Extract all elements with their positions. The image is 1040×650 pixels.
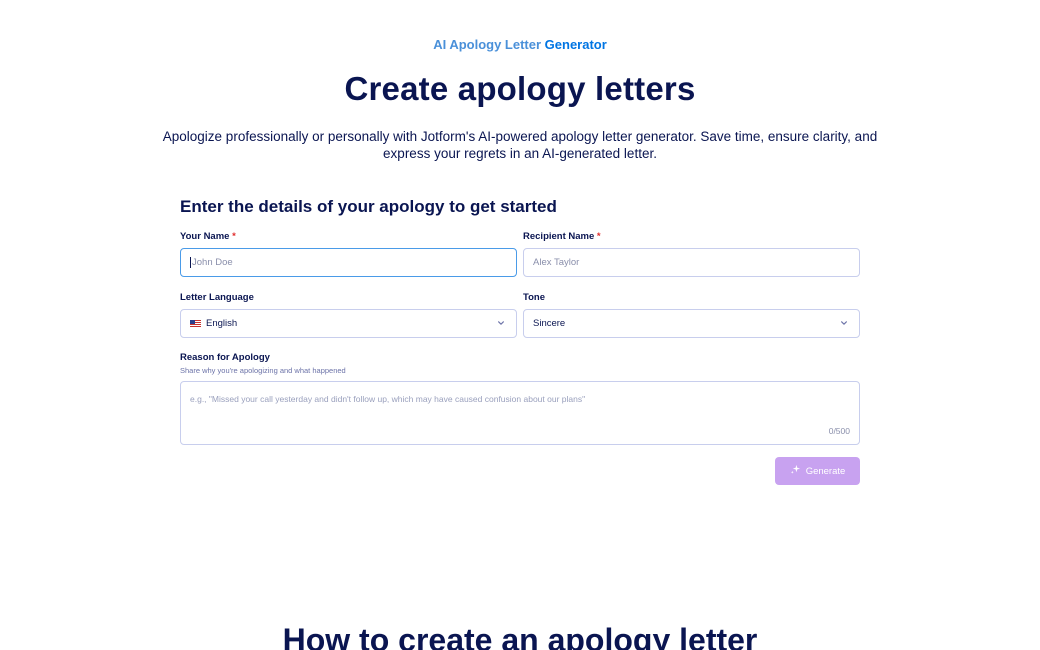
required-mark: * xyxy=(596,231,601,242)
us-flag-icon xyxy=(190,320,201,327)
letter-language-value: English xyxy=(206,318,238,329)
tone-select[interactable]: Sincere xyxy=(523,309,860,338)
letter-language-select[interactable]: English xyxy=(180,309,517,338)
character-counter: 0/500 xyxy=(828,426,850,436)
reason-label: Reason for Apology xyxy=(180,352,270,363)
recipient-name-placeholder: Alex Taylor xyxy=(533,257,580,268)
recipient-name-label: Recipient Name * xyxy=(523,231,601,242)
your-name-placeholder: John Doe xyxy=(192,257,233,268)
reason-placeholder: e.g., "Missed your call yesterday and di… xyxy=(190,394,586,404)
chevron-down-icon xyxy=(840,319,848,329)
your-name-input[interactable]: John Doe xyxy=(180,248,517,277)
text-caret xyxy=(190,257,191,268)
tone-label: Tone xyxy=(523,292,545,303)
tone-value: Sincere xyxy=(533,318,566,329)
your-name-label-text: Your Name xyxy=(180,231,230,242)
page-title: Create apology letters xyxy=(344,70,696,107)
sparkle-icon xyxy=(790,464,801,478)
page-eyebrow: AI Apology Letter Generator xyxy=(0,37,1040,52)
eyebrow-text: AI Apology Letter xyxy=(433,37,542,52)
letter-language-label: Letter Language xyxy=(180,292,254,303)
chevron-down-icon xyxy=(497,319,505,329)
generate-button[interactable]: Generate xyxy=(775,457,860,485)
recipient-name-label-text: Recipient Name xyxy=(523,231,595,242)
form-heading: Enter the details of your apology to get… xyxy=(180,197,557,216)
reason-textarea[interactable]: e.g., "Missed your call yesterday and di… xyxy=(180,381,860,445)
page-description: Apologize professionally or personally w… xyxy=(162,129,878,161)
recipient-name-input[interactable]: Alex Taylor xyxy=(523,248,860,277)
reason-sublabel: Share why you're apologizing and what ha… xyxy=(180,366,346,375)
required-mark: * xyxy=(232,231,236,242)
your-name-label: Your Name * xyxy=(180,231,236,242)
section-title: How to create an apology letter xyxy=(282,622,758,650)
generate-label: Generate xyxy=(805,465,846,477)
eyebrow-brand-text: Generator xyxy=(544,37,607,52)
